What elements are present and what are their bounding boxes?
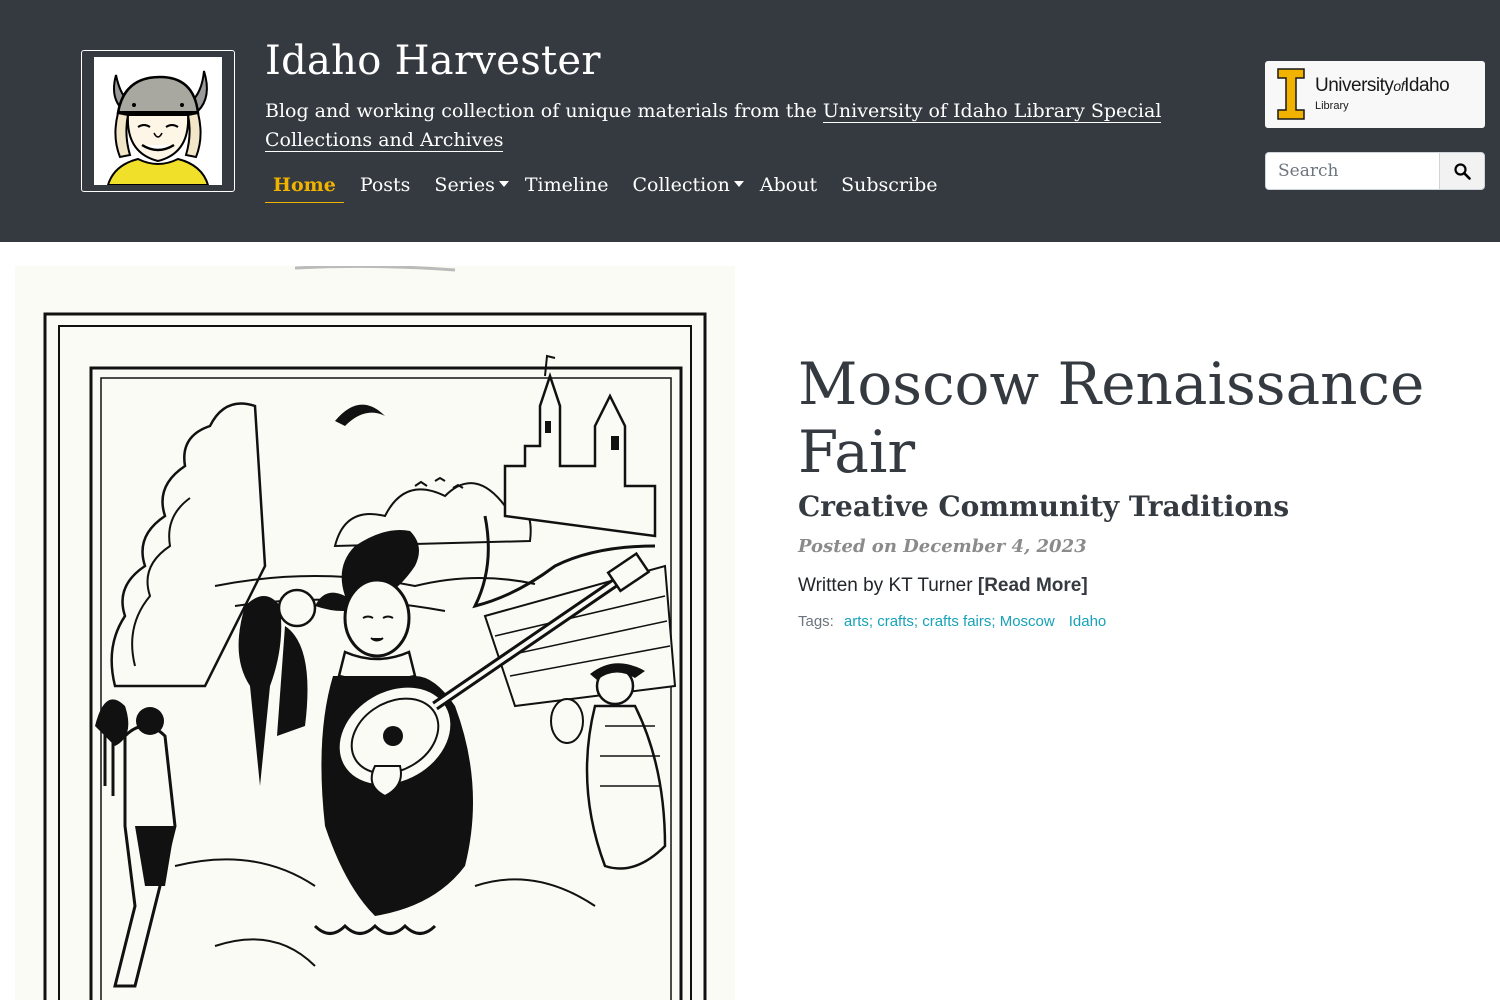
site-description: Blog and working collection of unique ma… <box>265 97 1235 155</box>
caret-down-icon <box>733 181 744 187</box>
tags-label: Tags: <box>798 613 834 630</box>
nav-subscribe[interactable]: Subscribe <box>833 170 945 202</box>
nav-series-label: Series <box>434 174 495 196</box>
site-header: Idaho Harvester Blog and working collect… <box>0 0 1500 242</box>
university-library-label: Library <box>1315 100 1349 112</box>
nav-posts[interactable]: Posts <box>352 170 419 202</box>
read-more-link[interactable]: [Read More] <box>978 575 1088 596</box>
main-nav: Home Posts Series Timeline Collection Ab… <box>265 170 953 208</box>
nav-home[interactable]: Home <box>265 170 344 203</box>
nav-collection-dropdown[interactable]: Collection <box>625 170 752 202</box>
site-logo-link[interactable] <box>81 50 235 192</box>
nav-timeline-label: Timeline <box>524 174 609 196</box>
tag-link[interactable]: Idaho <box>1069 613 1107 630</box>
harvester-mascot-logo <box>94 57 222 185</box>
search-button[interactable] <box>1439 152 1485 190</box>
post-author: Written by KT Turner <box>798 575 978 596</box>
post-title[interactable]: Moscow Renaissance Fair <box>798 350 1438 486</box>
university-of-idaho-library-logo[interactable]: UniversityofIdaho Library <box>1265 61 1485 128</box>
site-description-text: Blog and working collection of unique ma… <box>265 100 823 122</box>
search-form <box>1265 152 1485 190</box>
nav-posts-label: Posts <box>359 174 411 196</box>
nav-home-label: Home <box>273 174 336 196</box>
idaho-i-icon <box>1277 68 1305 120</box>
post-tags: Tags: arts; crafts; crafts fairs; Moscow… <box>798 613 1120 630</box>
tag-link[interactable]: arts; crafts; crafts fairs; Moscow <box>844 613 1055 630</box>
search-input[interactable] <box>1265 152 1439 190</box>
feature-image-renaissance-fair-poster[interactable] <box>15 266 735 1000</box>
nav-timeline[interactable]: Timeline <box>517 170 617 202</box>
university-name: UniversityofIdaho <box>1315 75 1450 97</box>
nav-series-dropdown[interactable]: Series <box>426 170 516 202</box>
search-icon <box>1453 162 1471 180</box>
university-name-end: Idaho <box>1404 75 1450 96</box>
post-byline: Written by KT Turner [Read More] <box>798 575 1088 597</box>
post-date: Posted on December 4, 2023 <box>798 536 1087 557</box>
site-title[interactable]: Idaho Harvester <box>265 38 601 84</box>
nav-about-label: About <box>759 174 818 196</box>
nav-subscribe-label: Subscribe <box>841 174 938 196</box>
university-name-of: of <box>1393 78 1405 94</box>
university-name-main: University <box>1315 75 1394 96</box>
nav-collection-label: Collection <box>632 174 730 196</box>
nav-about[interactable]: About <box>752 170 825 202</box>
post-subtitle: Creative Community Traditions <box>798 490 1290 523</box>
caret-down-icon <box>498 181 509 187</box>
